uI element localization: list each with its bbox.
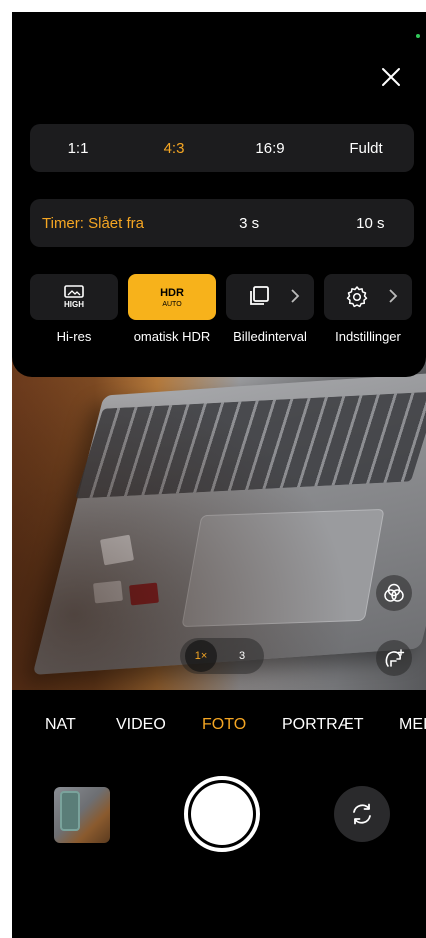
ratio-option-4-3[interactable]: 4:3 — [126, 140, 222, 157]
mode-night[interactable]: NAT — [45, 716, 76, 734]
svg-text:HDR: HDR — [160, 287, 184, 299]
feature-tiles: HIGH Hi-res HDR AUTO omatisk HDR Billedi… — [30, 274, 420, 354]
quick-settings-panel: 1:1 4:3 16:9 Fuldt Timer: Slået fra 3 s … — [12, 12, 426, 377]
mode-photo[interactable]: FOTO — [202, 716, 246, 734]
switch-camera-button[interactable] — [334, 786, 390, 842]
camera-flip-icon — [353, 803, 371, 825]
timer-option-off[interactable]: Timer: Slået fra — [30, 215, 187, 232]
timer-option-3s[interactable]: 3 s — [205, 215, 292, 232]
hdr-tile[interactable]: HDR AUTO — [128, 274, 216, 320]
camera-screen: 1:1 4:3 16:9 Fuldt Timer: Slået fra 3 s … — [12, 12, 426, 938]
timer-selector: Timer: Slået fra 3 s 10 s — [30, 199, 414, 247]
svg-text:HIGH: HIGH — [64, 300, 84, 309]
hi-res-high-icon: HIGH — [64, 285, 84, 309]
hi-res-tile[interactable]: HIGH — [30, 274, 118, 320]
timer-option-10s[interactable]: 10 s — [327, 215, 414, 232]
beauty-button[interactable] — [376, 640, 412, 676]
mode-portrait[interactable]: PORTRÆT — [282, 716, 363, 734]
hi-res-label: Hi-res — [56, 329, 92, 344]
burst-interval-tile[interactable] — [226, 274, 314, 320]
mode-video[interactable]: VIDEO — [116, 716, 166, 734]
chevron-right-icon — [389, 289, 398, 303]
ratio-option-16-9[interactable]: 16:9 — [222, 140, 318, 157]
thumbnail-preview — [60, 791, 80, 831]
burst-interval-label: Billedinterval — [233, 329, 307, 344]
mode-more[interactable]: MEI — [399, 716, 426, 734]
burst-stack-icon — [250, 286, 269, 305]
zoom-3x-button[interactable]: 3 — [226, 640, 258, 672]
shutter-inner — [191, 783, 253, 845]
zoom-1x-button[interactable]: 1× — [185, 640, 217, 672]
mode-carousel: NAT VIDEO FOTO PORTRÆT MEI — [12, 712, 426, 742]
zoom-selector: 1× 3 — [180, 638, 264, 674]
gear-icon — [346, 286, 368, 308]
face-retouch-icon — [385, 649, 405, 667]
ratio-option-full[interactable]: Fuldt — [318, 140, 414, 157]
gallery-thumbnail[interactable] — [54, 787, 110, 843]
hdr-label: omatisk HDR — [133, 329, 211, 344]
close-button[interactable] — [376, 62, 406, 92]
aspect-ratio-selector: 1:1 4:3 16:9 Fuldt — [30, 124, 414, 172]
filter-button[interactable] — [376, 575, 412, 611]
svg-text:AUTO: AUTO — [162, 301, 182, 308]
ratio-option-1-1[interactable]: 1:1 — [30, 140, 126, 157]
filter-circles-icon — [384, 583, 404, 602]
close-icon — [382, 68, 400, 86]
settings-label: Indstillinger — [335, 329, 401, 344]
privacy-indicator-dot — [416, 34, 420, 38]
settings-tile[interactable] — [324, 274, 412, 320]
chevron-right-icon — [291, 289, 300, 303]
hdr-auto-icon: HDR AUTO — [160, 287, 184, 308]
shutter-button[interactable] — [184, 776, 260, 852]
